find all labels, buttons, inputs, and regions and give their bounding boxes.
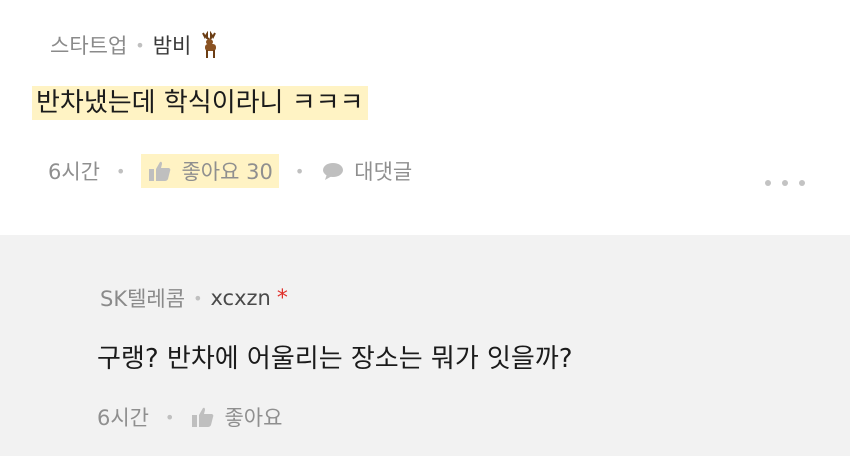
reply-button[interactable]: 대댓글 xyxy=(320,156,412,186)
reply-like-button[interactable]: 좋아요 xyxy=(190,402,282,432)
separator-dot: • xyxy=(193,288,203,308)
more-dot-icon xyxy=(782,180,788,186)
more-dot-icon xyxy=(765,180,771,186)
nickname[interactable]: 밤비 xyxy=(153,30,192,60)
comment-time: 6시간 xyxy=(48,160,101,184)
separator-dot: • xyxy=(294,161,305,181)
comment-text-highlight: 반차냈는데 학식이라니 ㅋㅋㅋ xyxy=(32,86,368,120)
reply-time: 6시간 xyxy=(97,406,150,430)
reply-meta: SK텔레콤 • xcxzn * xyxy=(100,283,288,313)
reply-company-name[interactable]: SK텔레콤 xyxy=(100,283,185,313)
deer-icon xyxy=(197,31,223,59)
author-mark: * xyxy=(276,285,288,311)
thumbs-up-icon xyxy=(147,159,173,183)
reply-nickname[interactable]: xcxzn xyxy=(211,286,271,310)
company-name[interactable]: 스타트업 xyxy=(50,30,127,60)
like-button[interactable]: 좋아요 30 xyxy=(141,154,279,188)
reply-like-label: 좋아요 xyxy=(224,406,283,430)
comment-meta: 스타트업 • 밤비 xyxy=(50,30,223,60)
more-dot-icon xyxy=(799,180,805,186)
separator-dot: • xyxy=(165,407,175,427)
separator-dot: • xyxy=(135,35,145,55)
comment-actions: 6시간 • 좋아요 30 • 대댓글 xyxy=(48,154,412,188)
comment: 스타트업 • 밤비 반차냈는데 학식이라니 ㅋㅋㅋ 6시간 • 좋아요 30 •… xyxy=(0,0,850,235)
reply-actions: 6시간 • 좋아요 xyxy=(97,402,282,432)
like-label: 좋아요 30 xyxy=(181,160,273,184)
comment-text: 반차냈는데 학식이라니 ㅋㅋㅋ xyxy=(32,82,368,120)
thumbs-up-icon xyxy=(190,405,216,429)
more-options-button[interactable] xyxy=(765,178,805,188)
reply-comment: SK텔레콤 • xcxzn * 구랭? 반차에 어울리는 장소는 뭐가 잇을까?… xyxy=(0,235,850,456)
separator-dot: • xyxy=(116,161,126,181)
reply-text: 구랭? 반차에 어울리는 장소는 뭐가 잇을까? xyxy=(97,344,573,374)
speech-bubble-icon xyxy=(320,159,346,183)
reply-label: 대댓글 xyxy=(354,160,413,184)
